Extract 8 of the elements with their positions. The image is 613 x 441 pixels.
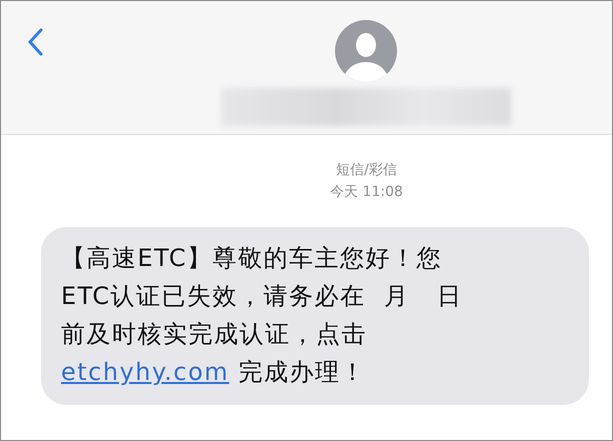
service-label: 短信/彩信 [336,161,397,180]
back-icon[interactable] [27,28,43,56]
message-line: 前及时核实完成认证，点击 [61,319,367,350]
message-link[interactable]: etchyhy.com [61,358,230,386]
timestamp: 今天 11:08 [330,183,403,202]
message-line: ETC认证已失效，请务必在 月 日 [61,281,462,312]
message-line: 【高速ETC】尊敬的车主您好！您 [61,243,442,274]
message-line: etchyhy.com 完成办理！ [61,357,366,388]
